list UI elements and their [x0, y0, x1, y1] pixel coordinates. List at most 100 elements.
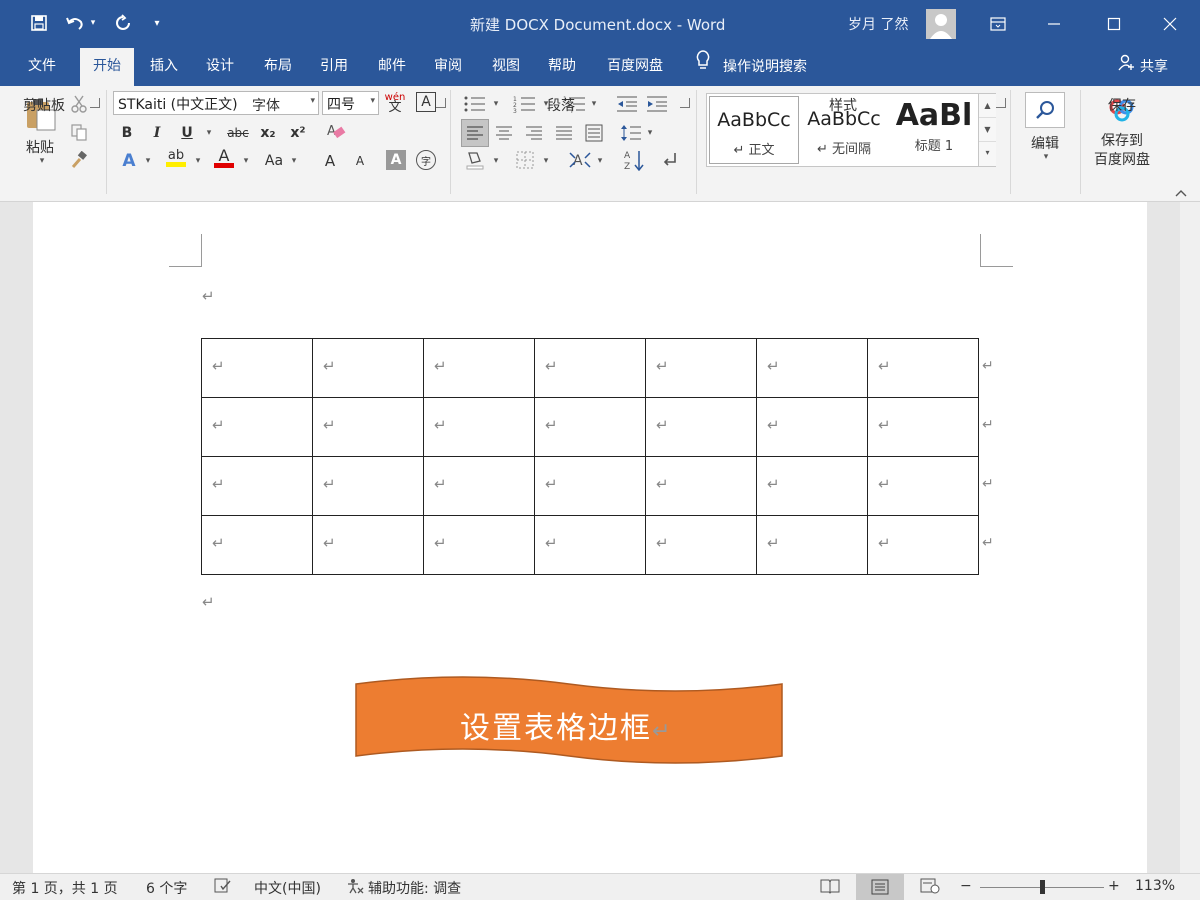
shading-dropdown-icon[interactable]: ▾ [490, 149, 502, 173]
tab-file[interactable]: 文件 [14, 48, 70, 86]
save-icon[interactable] [26, 10, 52, 36]
chinese-layout-dropdown-icon[interactable]: ▾ [594, 149, 606, 173]
phonetic-guide-icon[interactable]: wén 文 [384, 91, 406, 115]
table-cell[interactable]: ↵ [312, 338, 424, 398]
close-icon[interactable] [1150, 8, 1190, 40]
decrease-indent-icon[interactable] [614, 92, 640, 116]
ribbon-display-options-icon[interactable] [978, 8, 1018, 40]
scroll-down-icon[interactable]: ▼ [979, 118, 996, 142]
tab-review[interactable]: 审阅 [422, 48, 474, 86]
font-color-icon[interactable]: A [212, 146, 236, 170]
align-left-icon[interactable] [461, 119, 489, 147]
tab-home[interactable]: 开始 [80, 48, 134, 86]
table-cell[interactable]: ↵ [423, 338, 535, 398]
multilevel-dropdown-icon[interactable]: ▾ [588, 92, 600, 116]
styles-scrollbar[interactable]: ▲ ▼ ▾ [978, 94, 996, 166]
format-painter-icon[interactable] [68, 148, 90, 172]
clear-formatting-icon[interactable]: A [324, 120, 348, 144]
print-layout-icon[interactable] [856, 874, 904, 900]
underline-icon[interactable]: U [178, 121, 196, 145]
table-cell[interactable]: ↵ [534, 515, 646, 575]
line-spacing-icon[interactable] [618, 121, 644, 145]
change-case-dropdown-icon[interactable]: ▾ [288, 149, 300, 173]
zoom-out-button[interactable]: − [960, 878, 972, 894]
table-cell[interactable]: ↵ [756, 515, 868, 575]
shrink-font-icon[interactable]: A [350, 149, 370, 173]
collapse-ribbon-icon[interactable] [1172, 184, 1190, 202]
table-cell[interactable]: ↵ [645, 397, 757, 457]
tab-insert[interactable]: 插入 [138, 48, 190, 86]
text-effects-icon[interactable]: A [118, 149, 140, 173]
superscript-icon[interactable]: x² [286, 121, 310, 145]
table-cell[interactable]: ↵ [534, 456, 646, 516]
borders-icon[interactable] [512, 148, 538, 172]
vertical-scrollbar[interactable] [1180, 202, 1200, 873]
tab-layout[interactable]: 布局 [252, 48, 304, 86]
tab-baidu-netdisk[interactable]: 百度网盘 [598, 48, 672, 86]
accessibility-checker[interactable]: 辅助功能: 调查 [346, 878, 461, 898]
enclose-characters-icon[interactable]: 字 [416, 150, 436, 170]
shading-icon[interactable] [462, 148, 488, 172]
font-color-dropdown-icon[interactable]: ▾ [240, 149, 252, 173]
grow-font-icon[interactable]: A [320, 149, 340, 173]
word-count[interactable]: 6 个字 [146, 878, 187, 898]
highlight-color-icon[interactable]: ab [164, 146, 188, 170]
find-icon[interactable] [1025, 92, 1065, 128]
subscript-icon[interactable]: x₂ [256, 121, 280, 145]
increase-indent-icon[interactable] [644, 92, 670, 116]
tab-view[interactable]: 视图 [480, 48, 532, 86]
justify-icon[interactable] [552, 121, 576, 145]
table-cell[interactable]: ↵ [423, 397, 535, 457]
table-cell[interactable]: ↵ [756, 456, 868, 516]
undo-dropdown-icon[interactable]: ▾ [86, 10, 100, 36]
change-case-icon[interactable]: Aa [262, 149, 286, 173]
web-layout-icon[interactable] [920, 878, 940, 898]
table-cell[interactable]: ↵ [645, 456, 757, 516]
borders-dropdown-icon[interactable]: ▾ [540, 149, 552, 173]
tab-help[interactable]: 帮助 [536, 48, 588, 86]
align-right-icon[interactable] [522, 121, 546, 145]
table-cell[interactable]: ↵ [867, 397, 979, 457]
banner-text[interactable]: 设置表格边框↵ [460, 703, 672, 747]
table-cell[interactable]: ↵ [423, 456, 535, 516]
table-cell[interactable]: ↵ [867, 338, 979, 398]
paragraph-launcher-icon[interactable] [680, 98, 690, 108]
line-spacing-dropdown-icon[interactable]: ▾ [644, 121, 656, 145]
font-size-field[interactable]: 四号 ▾ [322, 91, 379, 115]
font-launcher-icon[interactable] [436, 98, 446, 108]
highlight-dropdown-icon[interactable]: ▾ [192, 149, 204, 173]
chinese-layout-icon[interactable]: A [566, 148, 594, 172]
paste-dropdown-icon[interactable]: ▾ [36, 154, 48, 168]
character-border-icon[interactable]: A [416, 92, 436, 112]
read-mode-icon[interactable] [820, 878, 840, 898]
user-name[interactable]: 岁月 了然 [848, 14, 908, 34]
table-cell[interactable]: ↵ [756, 397, 868, 457]
zoom-slider-thumb[interactable] [1040, 880, 1045, 894]
tab-references[interactable]: 引用 [308, 48, 360, 86]
table-cell[interactable]: ↵ [645, 515, 757, 575]
minimize-icon[interactable] [1034, 8, 1074, 40]
zoom-in-button[interactable]: + [1108, 878, 1120, 894]
table-cell[interactable]: ↵ [534, 397, 646, 457]
character-shading-icon[interactable]: A [386, 150, 406, 170]
tab-mailings[interactable]: 邮件 [366, 48, 418, 86]
scroll-up-icon[interactable]: ▲ [979, 94, 996, 118]
maximize-icon[interactable] [1094, 8, 1134, 40]
bullets-dropdown-icon[interactable]: ▾ [490, 92, 502, 116]
save-to-baidu-button[interactable]: 保存到 百度网盘 [1090, 131, 1154, 171]
table-cell[interactable]: ↵ [201, 338, 313, 398]
zoom-level[interactable]: 113% [1135, 878, 1175, 894]
text-effects-dropdown-icon[interactable]: ▾ [142, 149, 154, 173]
redo-icon[interactable] [110, 10, 136, 36]
table-cell[interactable]: ↵ [867, 456, 979, 516]
align-center-icon[interactable] [492, 121, 516, 145]
page-count[interactable]: 第 1 页，共 1 页 [12, 878, 118, 898]
table-cell[interactable]: ↵ [423, 515, 535, 575]
underline-dropdown-icon[interactable]: ▾ [202, 121, 216, 145]
undo-icon[interactable] [62, 10, 88, 36]
avatar[interactable] [926, 9, 956, 39]
table-cell[interactable]: ↵ [312, 456, 424, 516]
show-marks-icon[interactable] [658, 148, 682, 172]
table-cell[interactable]: ↵ [201, 456, 313, 516]
distributed-icon[interactable] [582, 121, 606, 145]
